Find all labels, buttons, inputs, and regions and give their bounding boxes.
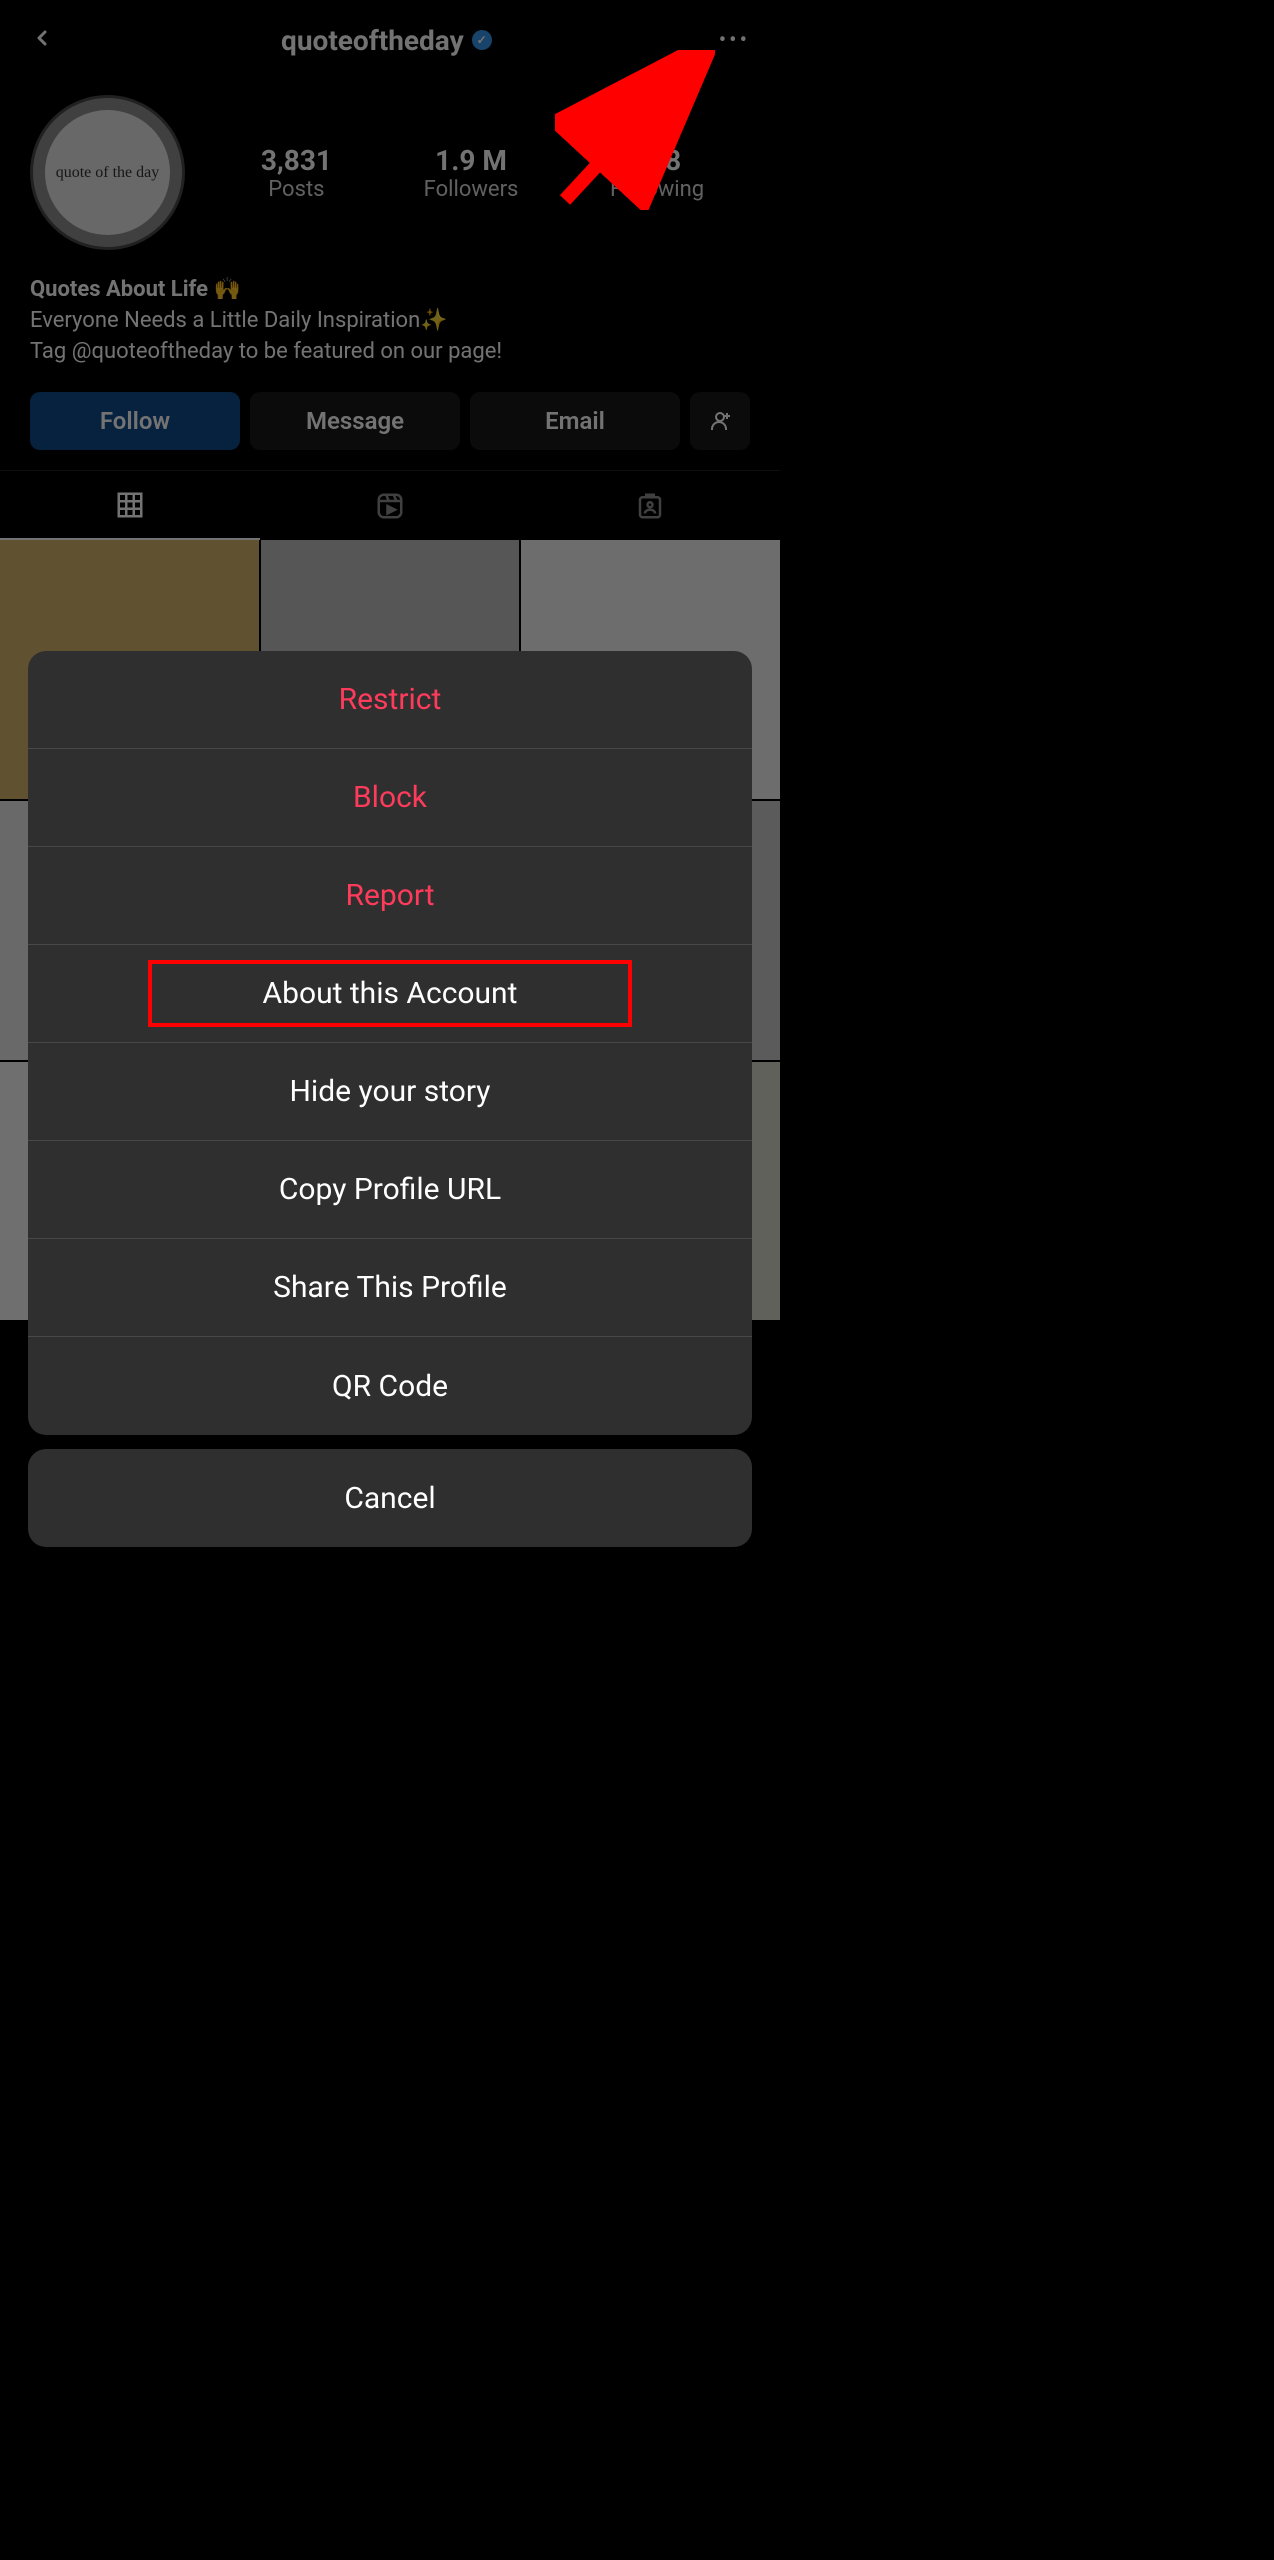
sheet-item-share-profile[interactable]: Share This Profile <box>28 1239 752 1337</box>
username-label: quoteoftheday <box>281 24 464 57</box>
email-button[interactable]: Email <box>470 392 680 450</box>
profile-header: quote of the day 3,831 Posts 1.9 M Follo… <box>0 80 780 260</box>
bio-line-1: Everyone Needs a Little Daily Inspiratio… <box>30 306 750 337</box>
back-button[interactable] <box>20 13 64 68</box>
posts-label: Posts <box>261 177 332 202</box>
bio-line-2: Tag @quoteoftheday to be featured on our… <box>30 337 750 368</box>
follow-button[interactable]: Follow <box>30 392 240 450</box>
tab-reels[interactable] <box>260 471 520 540</box>
action-sheet: Restrict Block Report About this Account… <box>28 651 752 1547</box>
sheet-item-about-account[interactable]: About this Account <box>28 945 752 1043</box>
profile-title: quoteoftheday ✓ <box>281 24 492 57</box>
avatar-image: quote of the day <box>45 110 170 235</box>
following-label: Following <box>610 177 704 202</box>
sheet-item-hide-story[interactable]: Hide your story <box>28 1043 752 1141</box>
sheet-item-qr-code[interactable]: QR Code <box>28 1337 752 1435</box>
followers-count: 1.9 M <box>424 144 519 177</box>
stat-followers[interactable]: 1.9 M Followers <box>424 144 519 202</box>
stat-posts[interactable]: 3,831 Posts <box>261 144 332 202</box>
sheet-item-copy-url[interactable]: Copy Profile URL <box>28 1141 752 1239</box>
display-name: Quotes About Life 🙌 <box>30 275 750 306</box>
top-bar: quoteoftheday ✓ ••• <box>0 0 780 80</box>
profile-bio: Quotes About Life 🙌 Everyone Needs a Lit… <box>0 260 780 382</box>
followers-label: Followers <box>424 177 519 202</box>
verified-badge-icon: ✓ <box>472 30 492 50</box>
action-sheet-list: Restrict Block Report About this Account… <box>28 651 752 1435</box>
profile-tabs <box>0 470 780 540</box>
sheet-item-block[interactable]: Block <box>28 749 752 847</box>
message-button[interactable]: Message <box>250 392 460 450</box>
avatar[interactable]: quote of the day <box>30 95 185 250</box>
tab-tagged[interactable] <box>520 471 780 540</box>
following-count: 108 <box>610 144 704 177</box>
stat-following[interactable]: 108 Following <box>610 144 704 202</box>
add-user-button[interactable] <box>690 392 750 450</box>
profile-actions: Follow Message Email <box>0 382 780 470</box>
more-options-button[interactable]: ••• <box>709 18 760 63</box>
profile-stats: 3,831 Posts 1.9 M Followers 108 Followin… <box>215 144 750 202</box>
tab-grid[interactable] <box>0 471 260 540</box>
sheet-item-label: About this Account <box>263 976 518 1011</box>
sheet-item-restrict[interactable]: Restrict <box>28 651 752 749</box>
posts-count: 3,831 <box>261 144 332 177</box>
sheet-item-report[interactable]: Report <box>28 847 752 945</box>
sheet-cancel-button[interactable]: Cancel <box>28 1449 752 1547</box>
